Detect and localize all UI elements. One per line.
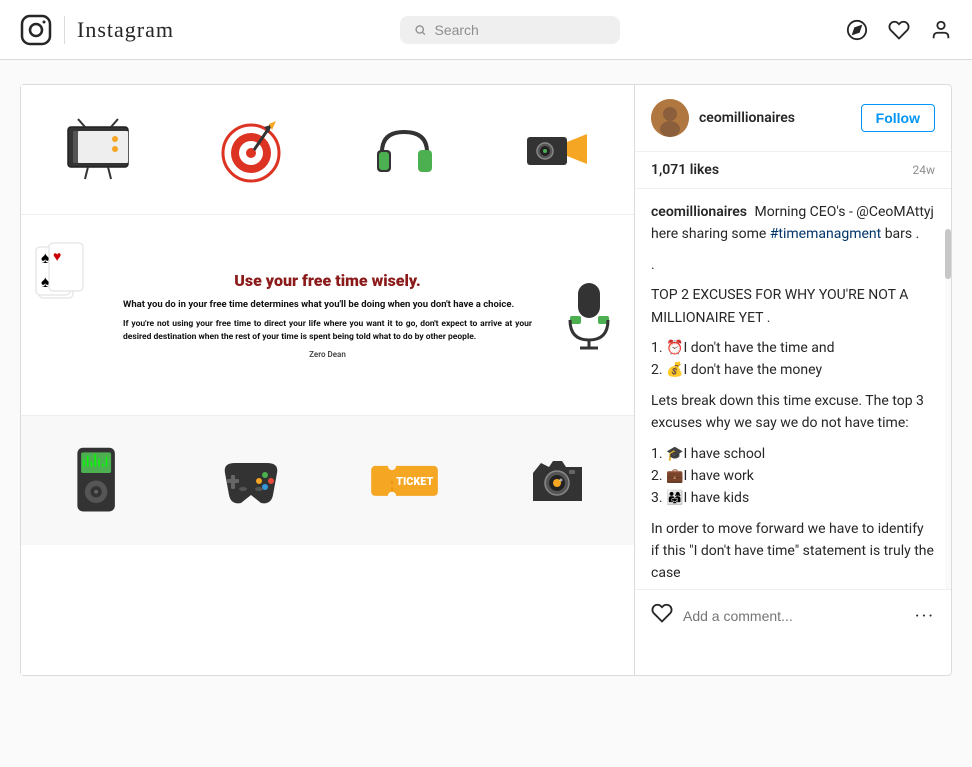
- svg-text:TICKET: TICKET: [396, 475, 433, 488]
- caption-work-excuse: 2. 💼I have work: [651, 465, 935, 487]
- likes-row: 1,071 likes 24w: [635, 152, 951, 189]
- more-options-icon[interactable]: ···: [915, 606, 935, 627]
- target-icon-cell: [174, 85, 327, 214]
- add-comment-row: ···: [635, 589, 951, 642]
- search-bar[interactable]: [400, 16, 620, 44]
- search-icon: [414, 23, 427, 37]
- svg-text:♥: ♥: [53, 249, 61, 265]
- avatar: [651, 99, 689, 137]
- notifications-icon[interactable]: [888, 19, 910, 41]
- comment-input[interactable]: [683, 608, 905, 624]
- caption-area[interactable]: ceomillionaires Morning CEO's - @CeoMAtt…: [635, 189, 951, 589]
- header-left: Instagram: [20, 14, 174, 46]
- caption-username: ceomillionaires: [651, 204, 747, 220]
- camera-icon-cell: [481, 85, 634, 214]
- search-input[interactable]: [434, 22, 606, 38]
- motive-title: Use your free time wisely.: [123, 271, 532, 290]
- follow-button[interactable]: Follow: [861, 104, 935, 132]
- post-image: ♠ ♠ ♥ Use your free time wisely. What yo…: [21, 85, 634, 675]
- caption-kids-excuse: 3. 👨‍👩‍👧I have kids: [651, 487, 935, 509]
- instagram-camera-icon: [20, 14, 52, 46]
- caption-excuse-1: 1. ⏰I don't have the time and: [651, 337, 935, 359]
- heart-icon[interactable]: [651, 602, 673, 630]
- motive-author: Zero Dean: [123, 350, 532, 359]
- gamepad-icon-cell: [174, 416, 327, 545]
- caption-excuses-heading: TOP 2 EXCUSES FOR WHY YOU'RE NOT A MILLI…: [651, 284, 935, 329]
- post-username: ceomillionaires: [699, 110, 851, 126]
- main-header: Instagram: [0, 0, 972, 60]
- scroll-thumb: [945, 229, 951, 279]
- motive-body2: If you're not using your free time to di…: [123, 318, 532, 344]
- ticket-icon-cell: TICKET: [328, 416, 481, 545]
- photo-camera-icon-cell: [481, 416, 634, 545]
- motive-body1: What you do in your free time determines…: [123, 298, 532, 312]
- text-block: Use your free time wisely. What you do i…: [111, 215, 544, 415]
- logo-divider: [64, 16, 65, 44]
- cards-icon-cell: ♠ ♠ ♥: [21, 215, 111, 415]
- explore-icon[interactable]: [846, 19, 868, 41]
- scroll-track: [945, 229, 951, 589]
- image-top-row: [21, 85, 634, 215]
- caption-line-1: ceomillionaires Morning CEO's - @CeoMAtt…: [651, 201, 935, 246]
- image-middle-row: ♠ ♠ ♥ Use your free time wisely. What yo…: [21, 215, 634, 415]
- caption-excuse-2: 2. 💰I don't have the money: [651, 359, 935, 381]
- post-image-container: ♠ ♠ ♥ Use your free time wisely. What yo…: [21, 85, 635, 675]
- caption-breakdown-intro: Lets break down this time excuse. The to…: [651, 390, 935, 435]
- main-container: ♠ ♠ ♥ Use your free time wisely. What yo…: [0, 84, 972, 676]
- caption-school-excuse: 1. 🎓I have school: [651, 443, 935, 465]
- caption-identify: In order to move forward we have to iden…: [651, 518, 935, 585]
- post-right-panel: ceomillionaires Follow 1,071 likes 24w c…: [635, 85, 951, 675]
- time-ago: 24w: [912, 163, 935, 177]
- header-right: [846, 19, 952, 41]
- instagram-wordmark: Instagram: [77, 17, 174, 43]
- image-bottom-row: TICKET: [21, 415, 634, 545]
- mp3-icon-cell: [21, 416, 174, 545]
- post-header: ceomillionaires Follow: [635, 85, 951, 152]
- likes-count: 1,071 likes: [651, 162, 719, 178]
- post-card: ♠ ♠ ♥ Use your free time wisely. What yo…: [20, 84, 952, 676]
- caption-line-2: .: [651, 254, 935, 276]
- tv-icon-cell: [21, 85, 174, 214]
- profile-icon[interactable]: [930, 19, 952, 41]
- mic-icon-cell: [544, 215, 634, 415]
- headphones-icon-cell: [328, 85, 481, 214]
